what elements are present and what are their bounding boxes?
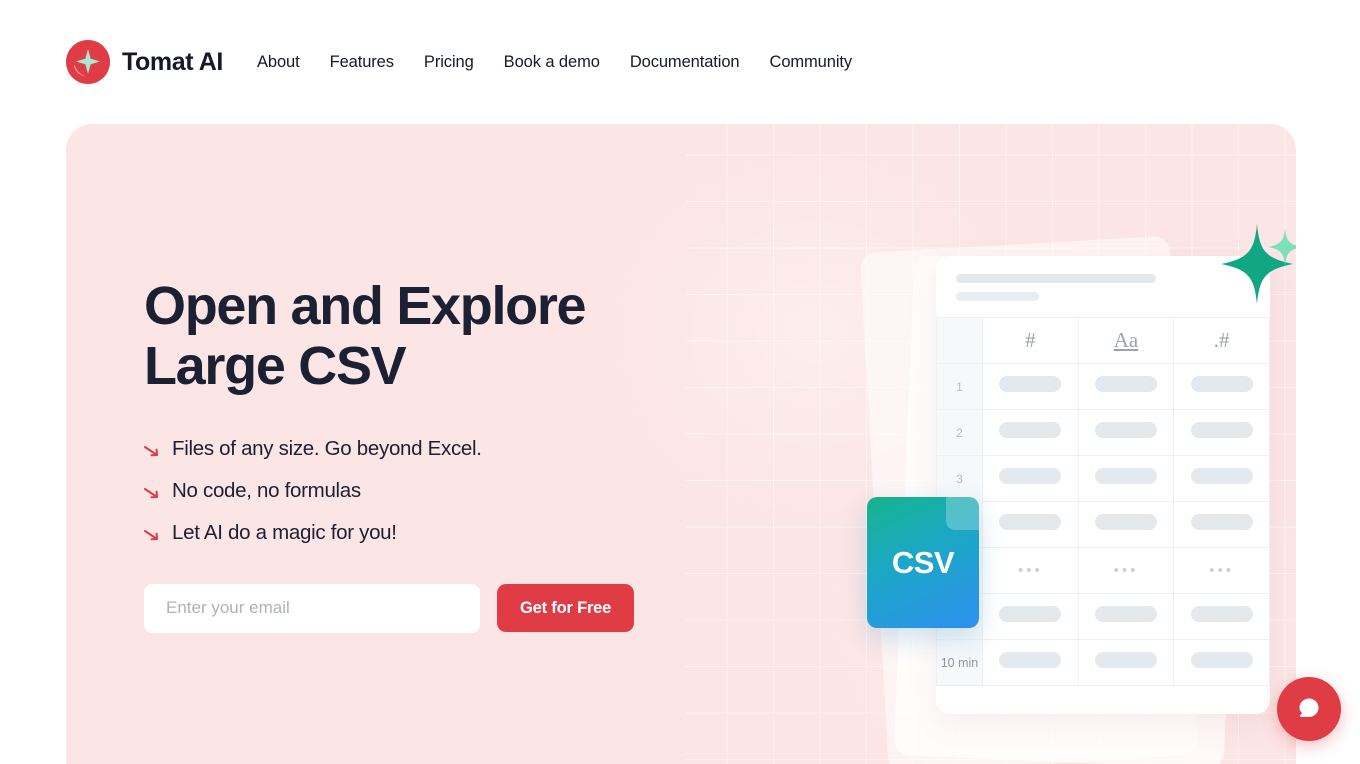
cell-placeholder — [1094, 376, 1157, 392]
cell-placeholder — [1190, 376, 1253, 392]
nav-item-about[interactable]: About — [257, 53, 300, 72]
nav-item-pricing[interactable]: Pricing — [424, 53, 474, 72]
table-row — [936, 501, 1270, 548]
table-cell: ••• — [1173, 547, 1270, 594]
csv-preview-card: # Aa .# 1 2 3 ••• ••• ••• 10 min — [936, 256, 1270, 714]
table-cell — [1173, 363, 1270, 410]
cell-placeholder — [999, 468, 1062, 484]
cell-placeholder — [1190, 422, 1253, 438]
row-duration-label: 10 min — [940, 655, 979, 670]
nav-item-book-a-demo[interactable]: Book a demo — [504, 53, 600, 72]
skeleton-title-bar — [956, 274, 1156, 283]
list-item: Let AI do a magic for you! — [144, 521, 754, 546]
ellipsis-marker: ••• — [1209, 561, 1235, 579]
get-for-free-button[interactable]: Get for Free — [497, 584, 635, 633]
table-cell — [1173, 501, 1270, 548]
brand-logo-link[interactable]: Tomat AI — [66, 40, 223, 84]
list-item-label: Let AI do a magic for you! — [172, 520, 397, 544]
table-row: 1 — [936, 363, 1270, 410]
ellipsis-marker: ••• — [1017, 561, 1043, 579]
hero-illustration: # Aa .# 1 2 3 ••• ••• ••• 10 min CSV — [766, 124, 1296, 764]
hero-copy: Open and Explore Large CSV Files of any … — [144, 276, 754, 633]
nav-item-features[interactable]: Features — [330, 53, 394, 72]
list-item: No code, no formulas — [144, 479, 754, 504]
table-cell — [1077, 593, 1175, 640]
table-row — [936, 593, 1270, 640]
rownum-header — [936, 317, 983, 364]
cell-placeholder — [1094, 468, 1157, 484]
table-header-row: # Aa .# — [936, 317, 1270, 364]
column-header-text[interactable]: Aa — [1077, 317, 1175, 364]
card-titlebar — [936, 256, 1270, 317]
row-number: 2 — [956, 425, 963, 440]
brand-name: Tomat AI — [122, 47, 223, 76]
nav-item-community[interactable]: Community — [770, 53, 853, 72]
column-header-number[interactable]: # — [982, 317, 1079, 364]
table-cell — [1077, 455, 1175, 502]
csv-data-table: # Aa .# 1 2 3 ••• ••• ••• 10 min — [936, 317, 1270, 686]
cell-placeholder — [1190, 606, 1253, 622]
column-header-decimal[interactable]: .# — [1173, 317, 1270, 364]
arrow-bullet-icon — [144, 486, 159, 504]
table-row: 3 — [936, 455, 1270, 502]
table-cell — [982, 639, 1079, 686]
small-sparkle-icon — [1268, 228, 1296, 271]
row-number: 3 — [956, 471, 963, 486]
list-item-label: No code, no formulas — [172, 478, 361, 502]
table-cell — [1173, 409, 1270, 456]
table-cell — [1173, 455, 1270, 502]
table-cell — [982, 409, 1079, 456]
arrow-bullet-icon — [144, 444, 159, 462]
table-cell — [982, 593, 1079, 640]
cell-placeholder — [1094, 652, 1157, 668]
hero-feature-list: Files of any size. Go beyond Excel. No c… — [144, 437, 754, 546]
csv-file-label: CSV — [891, 544, 955, 580]
sparkle-tomato-logo-icon — [66, 40, 110, 84]
site-header: Tomat AI About Features Pricing Book a d… — [0, 0, 1360, 124]
arrow-bullet-icon — [144, 528, 159, 546]
cell-placeholder — [1094, 514, 1157, 530]
table-cell — [1077, 363, 1175, 410]
table-cell — [1077, 409, 1175, 456]
page-title: Open and Explore Large CSV — [144, 276, 587, 397]
cell-placeholder — [1094, 606, 1157, 622]
email-field[interactable] — [144, 583, 480, 633]
list-item: Files of any size. Go beyond Excel. — [144, 437, 754, 462]
cell-placeholder — [1190, 652, 1253, 668]
table-cell — [982, 501, 1079, 548]
cell-placeholder — [1190, 514, 1253, 530]
cell-placeholder — [999, 422, 1062, 438]
skeleton-subtitle-bar — [956, 292, 1039, 301]
cell-placeholder — [999, 606, 1062, 622]
main-navigation: About Features Pricing Book a demo Docum… — [257, 53, 852, 72]
row-number: 1 — [956, 379, 963, 394]
table-cell — [1077, 501, 1175, 548]
table-cell — [982, 363, 1079, 410]
cell-placeholder — [1094, 422, 1157, 438]
nav-item-documentation[interactable]: Documentation — [630, 53, 740, 72]
cell-placeholder — [1190, 468, 1253, 484]
table-cell: ••• — [982, 547, 1079, 594]
table-cell: ••• — [1077, 547, 1175, 594]
chat-bubble-icon — [1296, 695, 1322, 724]
table-cell — [1077, 639, 1175, 686]
csv-folded-corner — [946, 497, 979, 530]
ellipsis-marker: ••• — [1113, 561, 1139, 579]
cell-placeholder — [999, 652, 1062, 668]
cell-placeholder — [999, 514, 1062, 530]
cell-placeholder — [999, 376, 1062, 392]
list-item-label: Files of any size. Go beyond Excel. — [172, 436, 482, 460]
table-cell — [1173, 593, 1270, 640]
table-cell — [1173, 639, 1270, 686]
table-cell — [982, 455, 1079, 502]
chat-widget-button[interactable] — [1277, 677, 1341, 741]
csv-file-icon: CSV — [867, 497, 979, 628]
hero-section: Open and Explore Large CSV Files of any … — [66, 124, 1296, 764]
table-row: 2 — [936, 409, 1270, 456]
signup-form: Get for Free — [144, 583, 754, 633]
table-row: 10 min — [936, 639, 1270, 686]
table-row-ellipsis: ••• ••• ••• — [936, 547, 1270, 594]
